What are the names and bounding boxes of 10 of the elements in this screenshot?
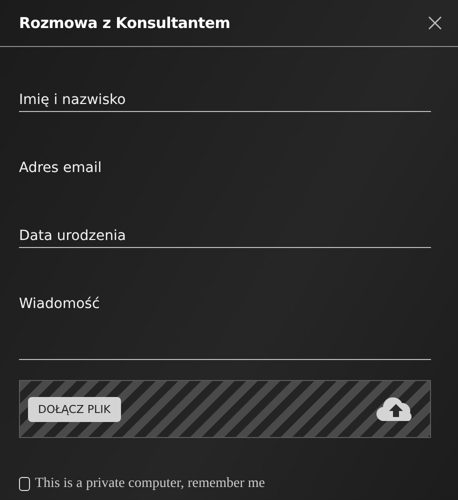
checkbox-label: This is a private computer, remember me	[35, 476, 265, 492]
dialog-title: Rozmowa z Konsultantem	[19, 14, 230, 32]
input-field[interactable]: Imię i nazwisko	[19, 92, 431, 112]
input-field[interactable]: Adres email	[19, 160, 431, 180]
message-field[interactable]: Wiadomość	[19, 296, 431, 360]
attach-button[interactable]: DOŁĄCZ PLIK	[28, 396, 121, 422]
upload-area[interactable]: DOŁĄCZ PLIK	[19, 380, 431, 438]
close-icon[interactable]	[426, 14, 444, 32]
input-field[interactable]: Data urodzenia	[19, 228, 431, 248]
checkbox[interactable]	[19, 477, 30, 491]
